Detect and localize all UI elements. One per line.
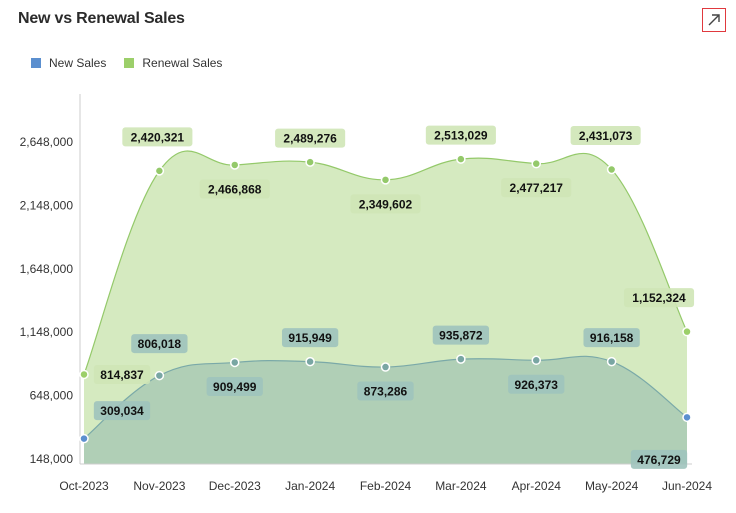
x-tick-label: Jun-2024 [662, 479, 712, 493]
point-new-sales[interactable] [456, 354, 466, 364]
data-label-text: 1,152,324 [632, 291, 686, 305]
data-label-text: 2,489,276 [283, 132, 337, 146]
point-renewal-sales[interactable] [531, 158, 541, 169]
data-label-new-sales: 916,158 [583, 328, 640, 348]
x-tick-label: Mar-2024 [435, 479, 487, 493]
data-label-text: 909,499 [213, 380, 257, 394]
point-new-sales[interactable] [531, 355, 541, 366]
x-tick-label: Dec-2023 [209, 479, 261, 493]
y-tick-label: 148,000 [30, 452, 74, 466]
point-new-sales[interactable] [154, 370, 165, 381]
data-label-text: 2,431,073 [579, 129, 633, 143]
point-new-sales[interactable] [606, 356, 617, 367]
x-tick-label: Oct-2023 [59, 479, 109, 493]
point-new-sales[interactable] [380, 362, 391, 372]
data-label-renewal-sales: 814,837 [93, 364, 151, 384]
data-label-text: 926,373 [515, 378, 559, 392]
x-tick-label: May-2024 [585, 479, 639, 493]
data-label-renewal-sales: 2,349,602 [350, 194, 421, 214]
point-renewal-sales[interactable] [305, 157, 315, 167]
data-label-text: 814,837 [100, 368, 144, 382]
point-renewal-sales[interactable] [380, 175, 391, 185]
point-renewal-sales[interactable] [154, 166, 165, 176]
point-renewal-sales[interactable] [79, 369, 89, 380]
point-renewal-sales[interactable] [230, 160, 240, 170]
data-label-renewal-sales: 2,466,868 [199, 179, 270, 199]
data-label-new-sales: 476,729 [630, 449, 688, 469]
x-tick-label: Nov-2023 [133, 479, 185, 493]
x-tick-label: Apr-2024 [512, 479, 562, 493]
point-new-sales[interactable] [682, 412, 692, 423]
point-renewal-sales[interactable] [606, 164, 617, 175]
data-label-text: 915,949 [288, 331, 332, 345]
y-tick-label: 2,148,000 [20, 198, 74, 212]
data-label-renewal-sales: 2,513,029 [425, 125, 496, 145]
data-label-new-sales: 806,018 [131, 334, 188, 354]
data-label-text: 2,349,602 [359, 197, 413, 211]
point-renewal-sales[interactable] [456, 154, 466, 164]
data-label-new-sales: 309,034 [93, 401, 151, 421]
data-label-text: 2,420,321 [131, 130, 185, 144]
data-label-text: 873,286 [364, 385, 408, 399]
x-tick-label: Feb-2024 [360, 479, 412, 493]
data-label-new-sales: 909,499 [206, 376, 263, 396]
area-chart: 148,000 648,000 1,148,000 1,648,000 2,148,00… [20, 94, 712, 493]
data-label-renewal-sales: 1,152,324 [623, 288, 695, 308]
data-label-new-sales: 915,949 [281, 328, 339, 348]
data-label-renewal-sales: 2,431,073 [570, 126, 641, 146]
data-label-text: 2,477,217 [510, 181, 564, 195]
y-tick-label: 1,148,000 [20, 325, 74, 339]
data-label-text: 2,466,868 [208, 182, 262, 196]
y-tick-label: 2,648,000 [20, 135, 74, 149]
y-tick-label: 648,000 [30, 389, 74, 403]
point-renewal-sales[interactable] [682, 326, 692, 337]
data-label-renewal-sales: 2,420,321 [122, 127, 193, 147]
data-label-renewal-sales: 2,477,217 [501, 178, 572, 198]
data-label-text: 935,872 [439, 329, 483, 343]
data-label-renewal-sales: 2,489,276 [275, 128, 346, 148]
data-label-new-sales: 873,286 [357, 381, 414, 401]
point-new-sales[interactable] [79, 433, 89, 444]
data-label-new-sales: 935,872 [432, 325, 490, 345]
x-tick-label: Jan-2024 [285, 479, 335, 493]
data-label-text: 916,158 [590, 331, 634, 345]
point-new-sales[interactable] [230, 357, 240, 368]
data-label-text: 2,513,029 [434, 129, 488, 143]
point-new-sales[interactable] [305, 356, 315, 367]
data-label-text: 309,034 [100, 404, 144, 418]
y-tick-label: 1,648,000 [20, 262, 74, 276]
data-label-text: 806,018 [138, 337, 182, 351]
data-label-text: 476,729 [637, 453, 681, 467]
area-new-sales [84, 356, 687, 464]
data-label-new-sales: 926,373 [508, 374, 565, 394]
